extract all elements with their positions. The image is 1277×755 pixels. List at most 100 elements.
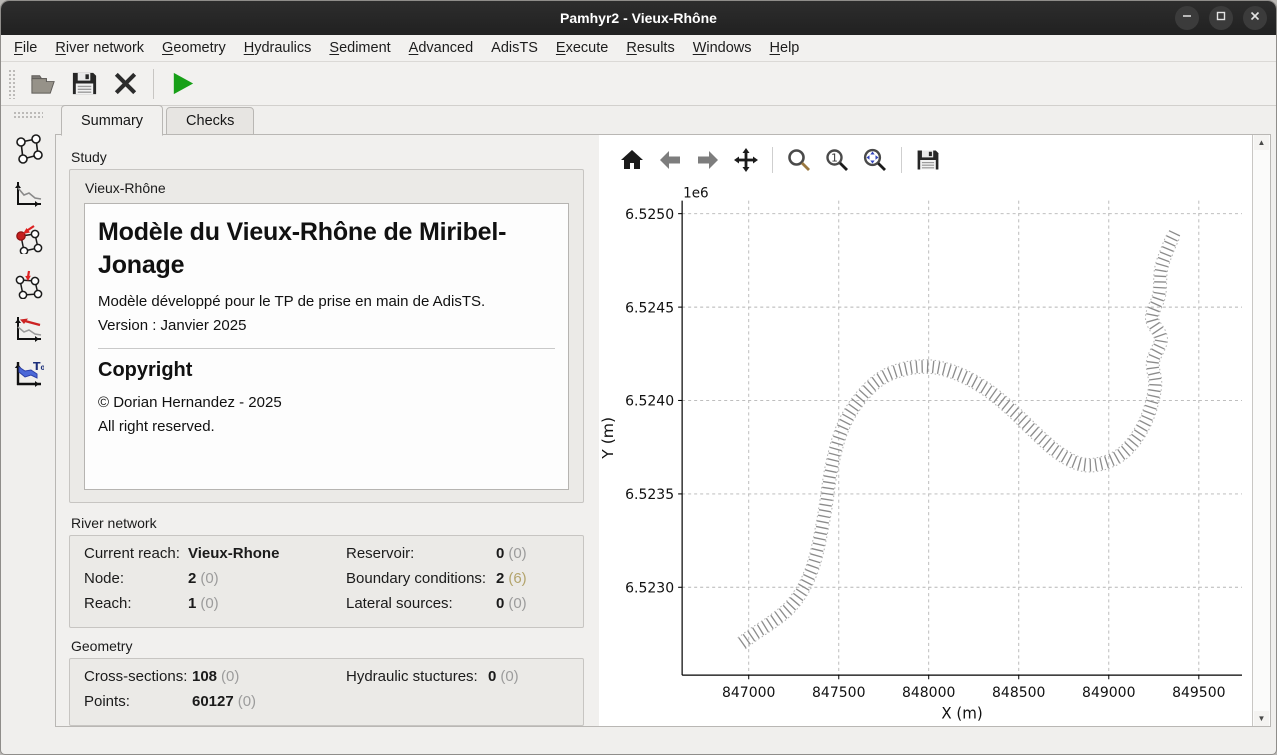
chart-t0-icon: T₀ bbox=[13, 358, 44, 389]
stat-extra: (0) bbox=[508, 545, 526, 562]
study-description: Modèle développé pour le TP de prise en … bbox=[98, 293, 555, 310]
zoom-icon bbox=[786, 147, 812, 173]
open-button[interactable] bbox=[26, 67, 60, 101]
lateral-sources-button[interactable] bbox=[9, 265, 47, 301]
minimize-icon bbox=[1181, 9, 1193, 27]
stat-reach: Reach:1(0) bbox=[84, 595, 346, 618]
close-x-icon bbox=[111, 69, 140, 98]
maximize-icon bbox=[1215, 9, 1227, 27]
stat-extra: (0) bbox=[500, 668, 518, 685]
left-toolbar: T₀ bbox=[1, 105, 55, 754]
stat-label: Cross-sections: bbox=[84, 668, 188, 685]
empty-cell bbox=[346, 693, 569, 716]
svg-text:6.5250: 6.5250 bbox=[625, 207, 674, 223]
svg-text:849000: 849000 bbox=[1082, 685, 1135, 701]
home-icon bbox=[619, 147, 645, 173]
menu-file[interactable]: File bbox=[5, 38, 46, 58]
stat-extra: (0) bbox=[238, 693, 256, 710]
scroll-down-arrow[interactable]: ▼ bbox=[1254, 711, 1269, 726]
close-button[interactable] bbox=[1243, 6, 1267, 30]
plot-toolbar bbox=[599, 135, 1252, 185]
close-icon bbox=[1249, 9, 1261, 27]
play-icon bbox=[168, 69, 197, 98]
separator bbox=[153, 69, 154, 99]
titlebar[interactable]: Pamhyr2 - Vieux-Rhône bbox=[1, 1, 1276, 35]
arrow-left-icon bbox=[657, 147, 683, 173]
minimize-button[interactable] bbox=[1175, 6, 1199, 30]
plot-panel: 8470008475008480008485008490008495006.52… bbox=[599, 135, 1252, 726]
svg-text:6.5235: 6.5235 bbox=[625, 487, 674, 503]
plot-zoom-1-button[interactable] bbox=[822, 145, 852, 175]
run-solver-button[interactable] bbox=[165, 67, 199, 101]
stat-label: Lateral sources: bbox=[346, 595, 492, 612]
plot-home-button[interactable] bbox=[617, 145, 647, 175]
river-network-plot[interactable]: 8470008475008480008485008490008495006.52… bbox=[599, 185, 1252, 726]
plot-zoom-fit-button[interactable] bbox=[860, 145, 890, 175]
tab-checks[interactable]: Checks bbox=[166, 107, 254, 135]
menu-windows[interactable]: Windows bbox=[684, 38, 761, 58]
stat-label: Node: bbox=[84, 570, 184, 587]
menu-sediment[interactable]: Sediment bbox=[320, 38, 399, 58]
summary-left-column: Study Vieux-Rhône Modèle du Vieux-Rhône … bbox=[56, 135, 599, 726]
menu-advanced[interactable]: Advanced bbox=[400, 38, 483, 58]
menu-river-network[interactable]: River network bbox=[46, 38, 153, 58]
stat-value: 2 bbox=[496, 570, 504, 587]
maximize-button[interactable] bbox=[1209, 6, 1233, 30]
geometry-section-label: Geometry bbox=[71, 638, 599, 654]
river-network-button[interactable] bbox=[9, 130, 47, 166]
stat-points: Points:60127(0) bbox=[84, 693, 346, 716]
stat-label: Boundary conditions: bbox=[346, 570, 492, 587]
stat-label: Current reach: bbox=[84, 545, 184, 562]
boundary-conditions-button[interactable] bbox=[9, 220, 47, 256]
vertical-scrollbar[interactable]: ▲ ▼ bbox=[1252, 135, 1270, 726]
initial-conditions-button[interactable] bbox=[9, 310, 47, 346]
summary-tab-panel: Study Vieux-Rhône Modèle du Vieux-Rhône … bbox=[55, 134, 1271, 727]
toolbar-grip[interactable] bbox=[8, 69, 16, 99]
window-title: Pamhyr2 - Vieux-Rhône bbox=[1, 10, 1276, 26]
plot-save-button[interactable] bbox=[913, 145, 943, 175]
stat-extra: (6) bbox=[508, 570, 526, 587]
stat-value: 0 bbox=[496, 545, 504, 562]
results-button[interactable] bbox=[9, 175, 47, 211]
stat-extra: (0) bbox=[221, 668, 239, 685]
menu-execute[interactable]: Execute bbox=[547, 38, 617, 58]
separator bbox=[772, 147, 773, 173]
scroll-up-arrow[interactable]: ▲ bbox=[1254, 135, 1269, 150]
close-study-button[interactable] bbox=[108, 67, 142, 101]
network-icon bbox=[13, 133, 44, 164]
floppy-save-icon bbox=[70, 69, 99, 98]
adists-initial-conditions-button[interactable]: T₀ bbox=[9, 355, 47, 391]
chart-icon bbox=[13, 178, 44, 209]
svg-text:X (m): X (m) bbox=[941, 704, 982, 722]
stat-reservoir: Reservoir:0(0) bbox=[346, 545, 569, 568]
plot-zoom-button[interactable] bbox=[784, 145, 814, 175]
plot-back-button[interactable] bbox=[655, 145, 685, 175]
menu-help[interactable]: Help bbox=[761, 38, 809, 58]
svg-text:847500: 847500 bbox=[812, 685, 865, 701]
stat-extra: (0) bbox=[200, 570, 218, 587]
plot-forward-button[interactable] bbox=[693, 145, 723, 175]
menu-results[interactable]: Results bbox=[617, 38, 683, 58]
tab-bar: SummaryChecks bbox=[55, 105, 1276, 135]
main-toolbar bbox=[1, 62, 1276, 106]
left-toolbar-grip[interactable] bbox=[13, 111, 43, 119]
study-title: Modèle du Vieux-Rhône de Miribel-Jonage bbox=[98, 216, 555, 281]
stat-cross-sections: Cross-sections:108(0) bbox=[84, 668, 346, 691]
plot-pan-button[interactable] bbox=[731, 145, 761, 175]
separator bbox=[901, 147, 902, 173]
tab-summary[interactable]: Summary bbox=[61, 105, 163, 136]
zoom-fit-icon bbox=[862, 147, 888, 173]
pan-icon bbox=[733, 147, 759, 173]
open-folder-icon bbox=[29, 69, 58, 98]
menu-adists[interactable]: AdisTS bbox=[482, 38, 547, 58]
study-groupbox: Vieux-Rhône Modèle du Vieux-Rhône de Mir… bbox=[69, 169, 584, 503]
network-lat-icon bbox=[13, 268, 44, 299]
copyright-heading: Copyright bbox=[98, 359, 555, 382]
save-button[interactable] bbox=[67, 67, 101, 101]
stat-value: 1 bbox=[188, 595, 196, 612]
menu-hydraulics[interactable]: Hydraulics bbox=[235, 38, 321, 58]
chart-arrow-icon bbox=[13, 313, 44, 344]
copyright-rights: All right reserved. bbox=[98, 418, 555, 435]
stat-current-reach: Current reach:Vieux-Rhone bbox=[84, 545, 346, 568]
menu-geometry[interactable]: Geometry bbox=[153, 38, 235, 58]
